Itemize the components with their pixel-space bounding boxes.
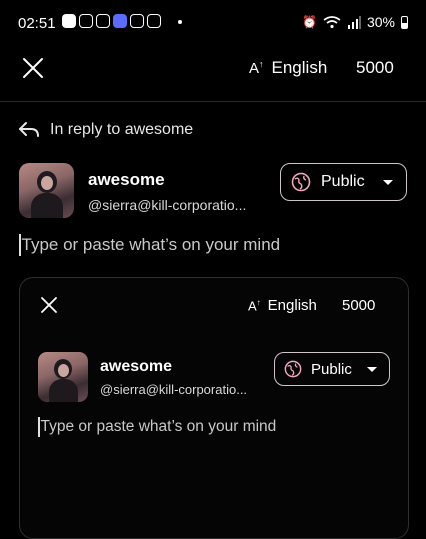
app-icon — [113, 14, 127, 28]
reply-icon — [19, 122, 39, 137]
close-icon — [23, 58, 43, 78]
header-divider — [0, 101, 426, 102]
twitch-icon — [130, 14, 144, 28]
reply-preview-card: A↑ English 5000 awesome @sierra@kill-cor… — [19, 277, 409, 539]
text-cursor — [38, 417, 40, 437]
wifi-icon — [323, 15, 341, 28]
translate-icon: A↑ — [249, 59, 264, 77]
account-name: awesome — [88, 170, 165, 189]
compose-input[interactable]: Type or paste what’s on your mind — [19, 234, 280, 256]
preview-language-selector[interactable]: A↑ English — [248, 297, 317, 314]
preview-visibility-label: Public — [311, 360, 352, 378]
reply-indicator: In reply to awesome — [18, 121, 193, 139]
status-bar: 02:51 ⏰ 30% — [0, 0, 426, 46]
preview-account-name: awesome — [100, 358, 173, 375]
visibility-label: Public — [321, 173, 365, 190]
translate-icon: A↑ — [248, 297, 261, 314]
more-notifications-dot — [178, 20, 182, 24]
reply-label: In reply to awesome — [50, 121, 194, 138]
instagram-icon — [96, 14, 110, 28]
notification-icons — [62, 14, 182, 28]
globe-icon — [284, 360, 302, 378]
char-count: 5000 — [356, 58, 394, 77]
preview-visibility-dropdown[interactable]: Public — [274, 352, 390, 386]
preview-close-button[interactable] — [34, 290, 64, 320]
preview-account-handle: @sierra@kill-corporatio... — [100, 382, 248, 397]
chevron-down-icon — [382, 179, 393, 185]
text-cursor — [19, 234, 21, 256]
close-icon — [41, 297, 57, 313]
discord-icon — [62, 14, 76, 28]
battery-icon — [401, 15, 408, 29]
account-handle: @sierra@kill-corporatio... — [88, 197, 247, 213]
preview-char-count: 5000 — [342, 297, 376, 314]
status-right: ⏰ 30% — [302, 14, 408, 30]
close-button[interactable] — [15, 50, 51, 86]
chevron-down-icon — [366, 366, 377, 372]
signal-icon — [347, 15, 361, 29]
instagram-icon — [79, 14, 93, 28]
language-selector[interactable]: A↑ English — [249, 58, 327, 78]
preview-language-label: English — [267, 297, 317, 314]
alarm-icon: ⏰ — [302, 15, 317, 29]
status-time: 02:51 — [18, 15, 56, 32]
avatar — [19, 163, 74, 218]
preview-avatar — [38, 352, 88, 402]
language-label: English — [271, 58, 328, 77]
visibility-dropdown[interactable]: Public — [280, 163, 407, 201]
preview-compose-input[interactable]: Type or paste what’s on your mind — [38, 417, 276, 437]
gallery-icon — [147, 14, 161, 28]
globe-icon — [291, 172, 311, 192]
compose-placeholder: Type or paste what’s on your mind — [21, 235, 281, 254]
preview-compose-placeholder: Type or paste what’s on your mind — [40, 418, 277, 435]
battery-percent: 30% — [366, 14, 395, 30]
